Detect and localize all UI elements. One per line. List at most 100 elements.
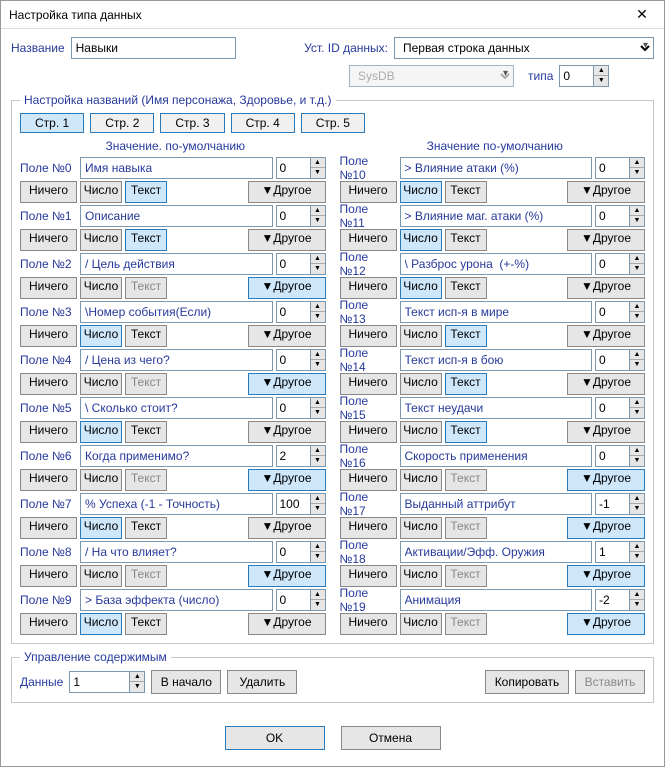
- seg-1[interactable]: Число: [400, 229, 442, 251]
- seg-other[interactable]: ▼Другое: [248, 421, 326, 443]
- seg-2[interactable]: Текст: [445, 325, 487, 347]
- seg-2[interactable]: Текст: [445, 517, 487, 539]
- field-name[interactable]: [80, 253, 273, 275]
- seg-0[interactable]: Ничего: [20, 421, 77, 443]
- seg-2[interactable]: Текст: [445, 373, 487, 395]
- seg-other[interactable]: ▼Другое: [567, 613, 645, 635]
- close-button[interactable]: ✕: [622, 3, 662, 27]
- seg-2[interactable]: Текст: [445, 469, 487, 491]
- ok-button[interactable]: OK: [225, 726, 325, 750]
- seg-1[interactable]: Число: [400, 421, 442, 443]
- seg-other[interactable]: ▼Другое: [567, 469, 645, 491]
- seg-0[interactable]: Ничего: [20, 181, 77, 203]
- seg-0[interactable]: Ничего: [20, 469, 77, 491]
- seg-1[interactable]: Число: [400, 373, 442, 395]
- seg-other[interactable]: ▼Другое: [567, 517, 645, 539]
- seg-1[interactable]: Число: [80, 613, 122, 635]
- seg-2[interactable]: Текст: [125, 469, 167, 491]
- seg-1[interactable]: Число: [80, 517, 122, 539]
- seg-1[interactable]: Число: [400, 181, 442, 203]
- field-name[interactable]: [400, 301, 593, 323]
- field-name[interactable]: [400, 445, 593, 467]
- field-name[interactable]: [80, 349, 273, 371]
- seg-0[interactable]: Ничего: [20, 373, 77, 395]
- seg-0[interactable]: Ничего: [20, 565, 77, 587]
- seg-other[interactable]: ▼Другое: [248, 181, 326, 203]
- seg-2[interactable]: Текст: [125, 421, 167, 443]
- tab-4[interactable]: Стр. 5: [301, 113, 365, 133]
- seg-2[interactable]: Текст: [125, 373, 167, 395]
- name-input[interactable]: [71, 37, 236, 59]
- seg-0[interactable]: Ничего: [20, 229, 77, 251]
- seg-other[interactable]: ▼Другое: [567, 325, 645, 347]
- seg-1[interactable]: Число: [80, 469, 122, 491]
- seg-2[interactable]: Текст: [445, 277, 487, 299]
- copy-button[interactable]: Копировать: [485, 670, 569, 694]
- seg-0[interactable]: Ничего: [340, 325, 397, 347]
- seg-other[interactable]: ▼Другое: [248, 373, 326, 395]
- seg-2[interactable]: Текст: [125, 229, 167, 251]
- seg-1[interactable]: Число: [80, 421, 122, 443]
- field-name[interactable]: [400, 541, 593, 563]
- tab-0[interactable]: Стр. 1: [20, 113, 84, 133]
- field-name[interactable]: [80, 157, 273, 179]
- seg-other[interactable]: ▼Другое: [567, 181, 645, 203]
- field-name[interactable]: [80, 397, 273, 419]
- seg-1[interactable]: Число: [80, 181, 122, 203]
- seg-0[interactable]: Ничего: [20, 517, 77, 539]
- seg-2[interactable]: Текст: [125, 565, 167, 587]
- seg-0[interactable]: Ничего: [340, 229, 397, 251]
- delete-button[interactable]: Удалить: [227, 670, 297, 694]
- field-name[interactable]: [400, 205, 593, 227]
- seg-other[interactable]: ▼Другое: [248, 565, 326, 587]
- seg-1[interactable]: Число: [400, 613, 442, 635]
- field-name[interactable]: [80, 445, 273, 467]
- seg-2[interactable]: Текст: [125, 277, 167, 299]
- field-name[interactable]: [80, 589, 273, 611]
- field-name[interactable]: [400, 253, 593, 275]
- seg-1[interactable]: Число: [400, 277, 442, 299]
- tab-2[interactable]: Стр. 3: [160, 113, 224, 133]
- field-name[interactable]: [80, 205, 273, 227]
- idsource-select[interactable]: Первая строка данных: [394, 37, 654, 59]
- seg-1[interactable]: Число: [80, 277, 122, 299]
- seg-2[interactable]: Текст: [445, 229, 487, 251]
- tab-3[interactable]: Стр. 4: [231, 113, 295, 133]
- seg-other[interactable]: ▼Другое: [248, 517, 326, 539]
- seg-2[interactable]: Текст: [125, 517, 167, 539]
- seg-other[interactable]: ▼Другое: [567, 421, 645, 443]
- seg-1[interactable]: Число: [400, 565, 442, 587]
- seg-0[interactable]: Ничего: [340, 181, 397, 203]
- seg-0[interactable]: Ничего: [340, 517, 397, 539]
- seg-0[interactable]: Ничего: [340, 421, 397, 443]
- seg-other[interactable]: ▼Другое: [248, 229, 326, 251]
- field-name[interactable]: [80, 541, 273, 563]
- seg-2[interactable]: Текст: [125, 181, 167, 203]
- data-spin[interactable]: ▲▼: [69, 671, 145, 693]
- field-name[interactable]: [400, 589, 593, 611]
- seg-0[interactable]: Ничего: [340, 373, 397, 395]
- seg-other[interactable]: ▼Другое: [248, 277, 326, 299]
- seg-2[interactable]: Текст: [445, 565, 487, 587]
- seg-2[interactable]: Текст: [445, 181, 487, 203]
- seg-2[interactable]: Текст: [445, 421, 487, 443]
- type-spin[interactable]: ▲▼: [559, 65, 609, 87]
- field-name[interactable]: [400, 493, 593, 515]
- field-name[interactable]: [400, 349, 593, 371]
- seg-0[interactable]: Ничего: [340, 277, 397, 299]
- tab-1[interactable]: Стр. 2: [90, 113, 154, 133]
- seg-0[interactable]: Ничего: [340, 565, 397, 587]
- seg-other[interactable]: ▼Другое: [248, 325, 326, 347]
- seg-other[interactable]: ▼Другое: [567, 565, 645, 587]
- seg-2[interactable]: Текст: [125, 613, 167, 635]
- field-name[interactable]: [400, 397, 593, 419]
- field-name[interactable]: [80, 493, 273, 515]
- seg-0[interactable]: Ничего: [340, 469, 397, 491]
- seg-1[interactable]: Число: [80, 565, 122, 587]
- seg-1[interactable]: Число: [80, 229, 122, 251]
- to-start-button[interactable]: В начало: [151, 670, 221, 694]
- seg-other[interactable]: ▼Другое: [567, 373, 645, 395]
- seg-1[interactable]: Число: [400, 325, 442, 347]
- seg-0[interactable]: Ничего: [20, 613, 77, 635]
- field-name[interactable]: [400, 157, 593, 179]
